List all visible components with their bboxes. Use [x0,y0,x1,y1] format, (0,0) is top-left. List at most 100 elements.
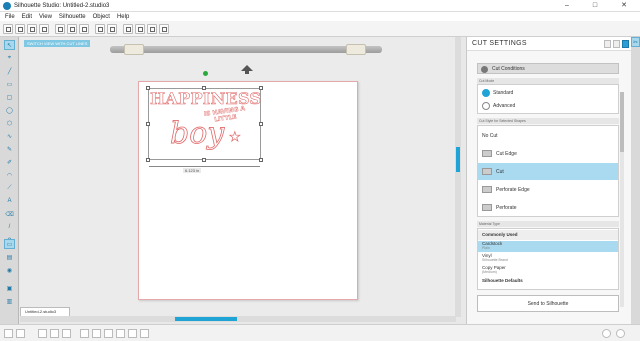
cut-conditions-header[interactable]: Cut Conditions [477,63,619,74]
resize-handle-l[interactable] [146,122,150,126]
menu-file[interactable]: File [5,14,15,20]
undo-button[interactable] [95,24,105,34]
menu-view[interactable]: View [39,14,52,20]
material-silhouette-defaults[interactable]: Silhouette Defaults [478,278,618,288]
weld-button[interactable] [104,329,113,338]
print-button[interactable] [39,24,49,34]
ungroup-button[interactable] [16,329,25,338]
horizontal-scroll-thumb[interactable] [175,317,237,321]
material-vinyl-sub: Silhouette Brand [482,258,508,262]
menu-silhouette[interactable]: Silhouette [59,14,86,20]
group-button[interactable] [4,329,13,338]
smooth-freehand-tool[interactable]: ✐ [4,157,15,167]
curve-tool[interactable]: ∿ [4,131,15,141]
align-button[interactable] [140,329,149,338]
ellipse-tool[interactable]: ◯ [4,105,15,115]
redo-button[interactable] [107,24,117,34]
select-tool[interactable]: ↖ [4,40,15,50]
knife-cut-tool[interactable]: / [4,222,15,232]
eraser-tool[interactable]: ⌫ [4,209,15,219]
rounded-rect-tool[interactable]: ▢ [4,92,15,102]
document-tab[interactable]: Untitled-2.studio3 [20,307,70,316]
mode-advanced[interactable]: Advanced [478,100,618,112]
minimize-button[interactable]: – [555,0,579,12]
cut-style-perforate-edge[interactable]: Perforate Edge [478,181,618,198]
cut-button[interactable] [55,24,65,34]
cut-style-label: Cut Style for Selected Shapes [477,118,619,124]
bring-front-button[interactable] [62,329,71,338]
material-vinyl[interactable]: Vinyl Silhouette Brand [478,253,618,264]
library-tool[interactable]: ◉ [4,265,15,275]
maximize-button[interactable]: □ [583,0,607,12]
save-button[interactable] [27,24,37,34]
edit-points-tool[interactable]: ⌖ [4,53,15,63]
vertical-scroll-thumb[interactable] [456,147,460,172]
cut-lines-hint[interactable]: SWITCH VIEW WITH CUT LINES [24,40,91,47]
material-list[interactable]: Commonly Used Cardstock Plain Vinyl Silh… [477,228,619,290]
cut-icon [482,168,492,175]
menu-help[interactable]: Help [117,14,129,20]
cut-settings-tab-icon[interactable] [622,40,629,48]
mirror-button[interactable] [80,329,89,338]
design-store-tool[interactable]: ▤ [4,252,15,262]
scissors-icon [58,27,63,32]
zoom-in-button[interactable] [123,24,133,34]
menu-object[interactable]: Object [93,14,110,20]
resize-handle-bl[interactable] [146,158,150,162]
mode-standard[interactable]: Standard [478,87,618,99]
trace-button[interactable] [128,329,137,338]
send-icon[interactable] [616,329,625,338]
cut-style-cut[interactable]: Cut [478,163,618,180]
design-canvas[interactable]: SWITCH VIEW WITH CUT LINES HAPPINESS IS … [20,37,456,317]
polygon-tool[interactable]: ⬡ [4,118,15,128]
rotate-handle[interactable] [203,71,208,76]
text-tool[interactable]: A [4,196,15,206]
rectangle-tool[interactable]: ▭ [4,79,15,89]
close-button[interactable]: ✕ [612,0,636,12]
cut-mode-box: Standard Advanced [477,84,619,114]
resize-handle-b[interactable] [202,158,206,162]
line-tool[interactable]: ╱ [4,66,15,76]
page-setup-tool[interactable]: ▭ [4,239,15,249]
zoom-out-icon [138,27,143,32]
offset-button[interactable] [116,329,125,338]
menu-edit[interactable]: Edit [22,14,32,20]
panel-scrollbar[interactable] [620,92,624,307]
cut-style-perforate[interactable]: Perforate [478,199,618,216]
resize-handle-r[interactable] [259,122,263,126]
zoom-out-button[interactable] [135,24,145,34]
duplicate-button[interactable] [38,329,47,338]
resize-handle-br[interactable] [259,158,263,162]
panel-scroll-thumb[interactable] [620,92,624,152]
zoom-fit-button[interactable] [147,24,157,34]
page-settings-tab-icon[interactable] [604,40,611,48]
canvas-horizontal-scrollbar[interactable] [20,316,456,322]
canvas-vertical-scrollbar[interactable] [455,37,461,317]
knife-tool[interactable]: ⟋ [4,183,15,193]
window-title: Silhouette Studio: Untitled-2.studio3 [14,2,110,9]
open-button[interactable] [15,24,25,34]
material-copy-paper[interactable]: Copy Paper (Medium) [478,265,618,276]
cut-style-no-cut[interactable]: No Cut [478,128,618,144]
pan-button[interactable] [159,24,169,34]
delete-button[interactable] [50,329,59,338]
copy-button[interactable] [67,24,77,34]
new-doc-icon [6,27,11,32]
flip-button[interactable] [92,329,101,338]
paste-button[interactable] [79,24,89,34]
cut-settings-shortcut[interactable]: ✂ [631,37,640,47]
settings-gear-icon[interactable] [602,329,611,338]
send-to-silhouette-button[interactable]: Send to Silhouette [477,295,619,312]
mode-advanced-label: Advanced [493,103,516,109]
cut-conditions-label: Cut Conditions [492,66,525,72]
roller-clip-right [346,44,366,55]
cut-style-cut-edge[interactable]: Cut Edge [478,145,618,162]
arc-tool[interactable]: ◠ [4,170,15,180]
library-view-tool[interactable]: ▥ [4,296,15,306]
hand-icon [162,27,167,32]
fill-tab-icon[interactable] [613,40,620,48]
design-view-tool[interactable]: ▣ [4,283,15,293]
freehand-tool[interactable]: ✎ [4,144,15,154]
material-cardstock[interactable]: Cardstock Plain [478,241,618,252]
new-doc-button[interactable] [3,24,13,34]
